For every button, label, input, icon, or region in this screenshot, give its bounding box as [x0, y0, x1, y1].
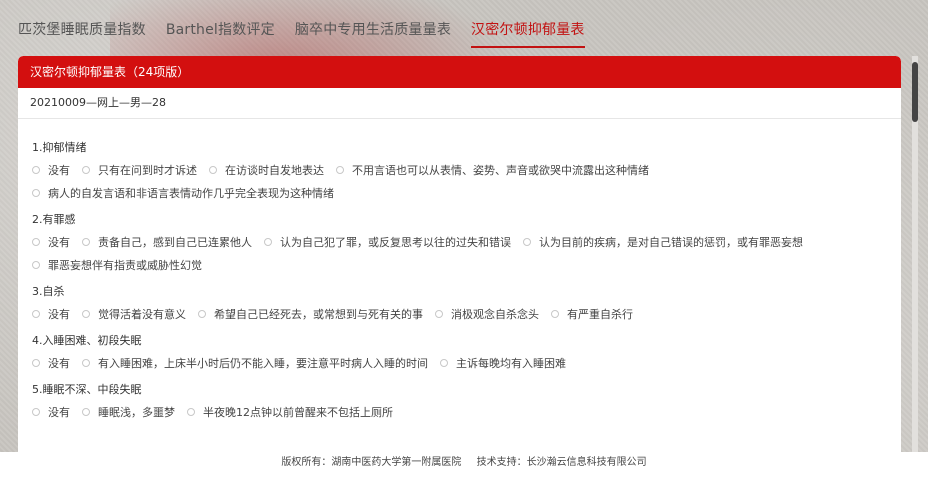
option-label: 在访谈时自发地表达 — [225, 164, 324, 177]
option-label: 没有 — [48, 164, 70, 177]
radio-button[interactable] — [551, 310, 559, 318]
option-label: 认为自己犯了罪，或反复思考以往的过失和错误 — [280, 236, 511, 249]
question-list: 1.抑郁情绪 没有 只有在问到时才诉述 在访谈时自发地表达 不用言语也可以从表情、姿势、… — [18, 119, 901, 420]
radio-button[interactable] — [82, 408, 90, 416]
questionnaire-panel: 汉密尔顿抑郁量表（24项版） 20210009—网上—男—28 1.抑郁情绪 没有… — [18, 56, 901, 452]
answer-option[interactable]: 只有在问到时才诉述 — [82, 162, 197, 178]
option-label: 消极观念自杀念头 — [451, 308, 539, 321]
option-label: 病人的自发言语和非语言表情动作几乎完全表现为这种情绪 — [48, 187, 334, 200]
question-title: 2.有罪感 — [32, 213, 76, 226]
scrollbar[interactable] — [912, 56, 918, 452]
option-label: 没有 — [48, 236, 70, 249]
answer-option[interactable]: 病人的自发言语和非语言表情动作几乎完全表现为这种情绪 — [32, 185, 334, 201]
answer-option[interactable]: 主诉每晚均有入睡困难 — [440, 355, 566, 371]
radio-button[interactable] — [336, 166, 344, 174]
radio-button[interactable] — [82, 310, 90, 318]
answer-option[interactable]: 半夜晚12点钟以前曾醒来不包括上厕所 — [187, 404, 393, 420]
radio-button[interactable] — [32, 189, 40, 197]
question-item: 3.自杀没有 觉得活着没有意义 希望自己已经死去，或常想到与死有关的事 消极观念自杀念… — [32, 283, 887, 322]
answer-option[interactable]: 有严重自杀行 — [551, 306, 633, 322]
radio-button[interactable] — [32, 310, 40, 318]
answer-option[interactable]: 没有 — [32, 234, 70, 250]
scroll-fade — [18, 434, 901, 452]
option-row: 罪恶妄想伴有指责或威胁性幻觉 — [32, 257, 887, 273]
option-row: 病人的自发言语和非语言表情动作几乎完全表现为这种情绪 — [32, 185, 887, 201]
tab-barthel[interactable]: Barthel指数评定 — [166, 19, 275, 48]
panel-title: 汉密尔顿抑郁量表（24项版） — [18, 56, 901, 88]
radio-button[interactable] — [198, 310, 206, 318]
option-label: 认为目前的疾病，是对自己错误的惩罚，或有罪恶妄想 — [539, 236, 803, 249]
option-label: 半夜晚12点钟以前曾醒来不包括上厕所 — [203, 406, 393, 419]
answer-option[interactable]: 责备自己，感到自己已连累他人 — [82, 234, 252, 250]
question-item: 4.入睡困难、初段失眠没有 有入睡困难，上床半小时后仍不能入睡，要注意平时病人入睡… — [32, 332, 887, 371]
question-item: 5.睡眠不深、中段失眠没有 睡眠浅，多噩梦 半夜晚12点钟以前曾醒来不包括上厕所 — [32, 381, 887, 420]
option-label: 没有 — [48, 406, 70, 419]
option-row: 没有 睡眠浅，多噩梦 半夜晚12点钟以前曾醒来不包括上厕所 — [32, 404, 887, 420]
answer-option[interactable]: 没有 — [32, 162, 70, 178]
option-label: 没有 — [48, 357, 70, 370]
radio-button[interactable] — [435, 310, 443, 318]
radio-button[interactable] — [32, 238, 40, 246]
radio-button[interactable] — [209, 166, 217, 174]
radio-button[interactable] — [440, 359, 448, 367]
answer-option[interactable]: 认为目前的疾病，是对自己错误的惩罚，或有罪恶妄想 — [523, 234, 803, 250]
answer-option[interactable]: 罪恶妄想伴有指责或威胁性幻觉 — [32, 257, 202, 273]
answer-option[interactable]: 没有 — [32, 355, 70, 371]
option-row: 没有 责备自己，感到自己已连累他人 认为自己犯了罪，或反复思考以往的过失和错误 认为目… — [32, 234, 887, 250]
footer: 版权所有：湖南中医药大学第一附属医院 技术支持：长沙瀚云信息科技有限公司 — [0, 452, 928, 479]
tab-hamilton-depression[interactable]: 汉密尔顿抑郁量表 — [471, 19, 585, 48]
answer-option[interactable]: 睡眠浅，多噩梦 — [82, 404, 175, 420]
option-label: 主诉每晚均有入睡困难 — [456, 357, 566, 370]
option-row: 没有 只有在问到时才诉述 在访谈时自发地表达 不用言语也可以从表情、姿势、声音或欲哭中… — [32, 162, 887, 178]
option-row: 没有 觉得活着没有意义 希望自己已经死去，或常想到与死有关的事 消极观念自杀念头 有严重… — [32, 306, 887, 322]
radio-button[interactable] — [523, 238, 531, 246]
footer-copyright: 版权所有：湖南中医药大学第一附属医院 — [281, 457, 462, 468]
option-label: 希望自己已经死去，或常想到与死有关的事 — [214, 308, 423, 321]
question-title: 3.自杀 — [32, 285, 65, 298]
tab-psqi[interactable]: 匹茨堡睡眠质量指数 — [18, 19, 146, 48]
option-label: 没有 — [48, 308, 70, 321]
radio-button[interactable] — [82, 166, 90, 174]
radio-button[interactable] — [32, 408, 40, 416]
tab-stroke-qol[interactable]: 脑卒中专用生活质量量表 — [295, 19, 451, 48]
option-label: 不用言语也可以从表情、姿势、声音或欲哭中流露出这种情绪 — [352, 164, 649, 177]
radio-button[interactable] — [82, 359, 90, 367]
scrollbar-thumb[interactable] — [912, 62, 918, 122]
radio-button[interactable] — [32, 166, 40, 174]
radio-button[interactable] — [264, 238, 272, 246]
option-label: 睡眠浅，多噩梦 — [98, 406, 175, 419]
question-item: 2.有罪感没有 责备自己，感到自己已连累他人 认为自己犯了罪，或反复思考以往的过失和… — [32, 211, 887, 273]
question-item: 1.抑郁情绪 没有 只有在问到时才诉述 在访谈时自发地表达 不用言语也可以从表情、姿势、… — [32, 139, 887, 201]
record-id: 20210009—网上—男—28 — [18, 88, 901, 119]
question-title: 4.入睡困难、初段失眠 — [32, 334, 142, 347]
answer-option[interactable]: 希望自己已经死去，或常想到与死有关的事 — [198, 306, 423, 322]
answer-option[interactable]: 不用言语也可以从表情、姿势、声音或欲哭中流露出这种情绪 — [336, 162, 649, 178]
radio-button[interactable] — [187, 408, 195, 416]
answer-option[interactable]: 没有 — [32, 306, 70, 322]
answer-option[interactable]: 消极观念自杀念头 — [435, 306, 539, 322]
answer-option[interactable]: 有入睡困难，上床半小时后仍不能入睡，要注意平时病人入睡的时间 — [82, 355, 428, 371]
option-label: 有入睡困难，上床半小时后仍不能入睡，要注意平时病人入睡的时间 — [98, 357, 428, 370]
radio-button[interactable] — [32, 261, 40, 269]
radio-button[interactable] — [82, 238, 90, 246]
question-title: 5.睡眠不深、中段失眠 — [32, 383, 142, 396]
option-label: 有严重自杀行 — [567, 308, 633, 321]
question-title: 1.抑郁情绪 — [32, 141, 87, 154]
option-label: 责备自己，感到自己已连累他人 — [98, 236, 252, 249]
answer-option[interactable]: 没有 — [32, 404, 70, 420]
option-row: 没有 有入睡困难，上床半小时后仍不能入睡，要注意平时病人入睡的时间 主诉每晚均有入睡… — [32, 355, 887, 371]
scale-tabs: 匹茨堡睡眠质量指数 Barthel指数评定 脑卒中专用生活质量量表 汉密尔顿抑郁… — [0, 0, 910, 48]
answer-option[interactable]: 在访谈时自发地表达 — [209, 162, 324, 178]
answer-option[interactable]: 觉得活着没有意义 — [82, 306, 186, 322]
option-label: 觉得活着没有意义 — [98, 308, 186, 321]
radio-button[interactable] — [32, 359, 40, 367]
footer-support: 技术支持：长沙瀚云信息科技有限公司 — [476, 457, 647, 468]
answer-option[interactable]: 认为自己犯了罪，或反复思考以往的过失和错误 — [264, 234, 511, 250]
option-label: 罪恶妄想伴有指责或威胁性幻觉 — [48, 259, 202, 272]
option-label: 只有在问到时才诉述 — [98, 164, 197, 177]
